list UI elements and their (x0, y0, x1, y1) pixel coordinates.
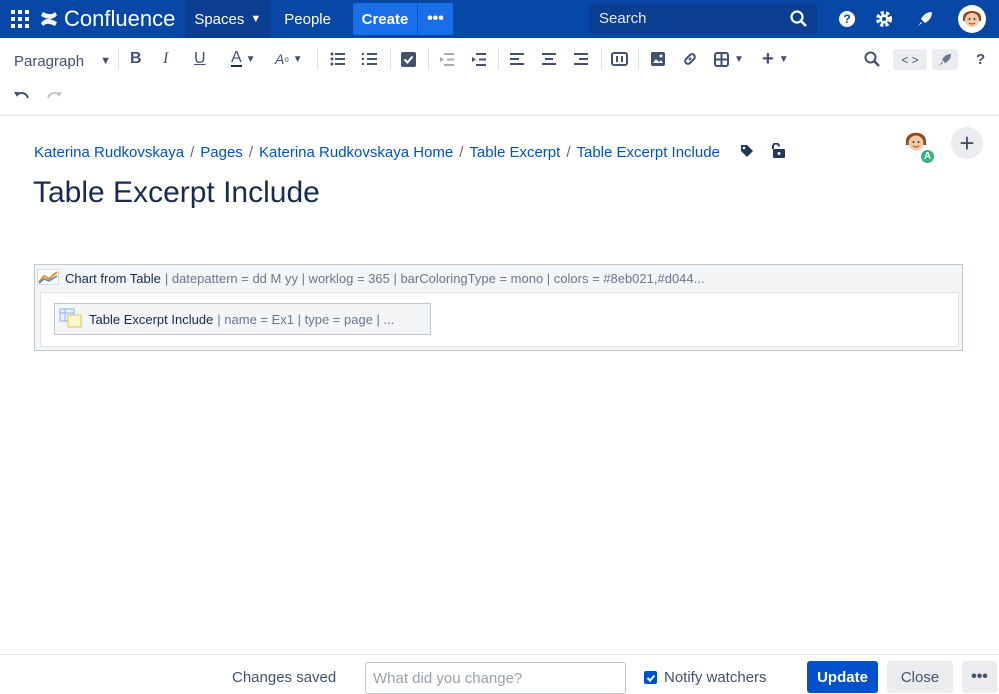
rocket-helper-icon[interactable] (932, 49, 958, 70)
italic-icon[interactable]: I (163, 48, 168, 70)
align-center-icon[interactable] (542, 48, 556, 70)
redo-icon[interactable] (46, 85, 62, 107)
logo-text: Confluence (64, 6, 176, 31)
chart-from-table-macro[interactable]: Chart from Table | datepattern = dd M yy… (34, 264, 963, 351)
help-icon[interactable]: ? (976, 48, 985, 70)
svg-text:?: ? (843, 12, 850, 26)
help-icon[interactable]: ? (836, 8, 858, 30)
save-status: Changes saved (232, 669, 337, 686)
table-icon[interactable]: ▼ (714, 48, 744, 70)
underline-icon[interactable]: U (194, 48, 206, 70)
paragraph-style-select[interactable]: Paragraph ▼ (14, 50, 111, 72)
breadcrumb-separator: / (248, 144, 253, 161)
gear-icon[interactable] (873, 8, 895, 30)
breadcrumb-link[interactable]: Pages (200, 144, 243, 161)
find-replace-icon[interactable] (864, 48, 880, 70)
macro-header: Chart from Table | datepattern = dd M yy… (36, 268, 705, 288)
label-tag-icon[interactable] (740, 144, 754, 162)
rocket-icon[interactable] (914, 8, 936, 30)
text-formatting-icon[interactable]: Ao ▼ (275, 48, 303, 70)
breadcrumb-link[interactable]: Katerina Rudkovskaya Home (259, 144, 453, 161)
toolbar-divider (498, 48, 499, 70)
breadcrumb-link[interactable]: Table Excerpt Include (576, 144, 719, 161)
align-right-icon[interactable] (574, 48, 588, 70)
link-icon[interactable] (682, 48, 698, 70)
table-excerpt-macro-icon (59, 308, 83, 331)
confluence-logo[interactable]: Confluence (40, 0, 185, 38)
chevron-down-icon: ▼ (250, 13, 262, 25)
create-more-button[interactable]: ••• (416, 3, 453, 35)
restrictions-unlock-icon[interactable] (771, 142, 786, 162)
more-actions-button[interactable]: ••• (962, 661, 997, 693)
breadcrumb-separator: / (459, 144, 464, 161)
align-left-icon[interactable] (510, 48, 524, 70)
create-button[interactable]: Create (352, 3, 417, 35)
confluence-logo-icon (41, 12, 57, 26)
insert-more-icon[interactable]: + ▼ (762, 48, 789, 70)
toolbar-divider (390, 48, 391, 70)
source-editor-icon[interactable]: < > (893, 49, 927, 70)
top-navigation: Confluence Spaces ▼ People Create ••• Se… (0, 0, 999, 38)
editor-toolbar: Paragraph ▼ B I U A ▼ Ao ▼ ▼ + ▼ < > ? (0, 38, 999, 116)
notify-watchers-checkbox[interactable]: Notify watchers (644, 669, 767, 686)
toolbar-divider (601, 48, 602, 70)
toolbar-divider (428, 48, 429, 70)
chevron-down-icon: ▼ (778, 53, 789, 65)
breadcrumb: Katerina Rudkovskaya / Pages / Katerina … (34, 142, 786, 162)
macro-body: Table Excerpt Include | name = Ex1 | typ… (40, 292, 959, 347)
search-icon (790, 10, 807, 31)
invite-to-edit-button[interactable]: + (951, 127, 983, 159)
search-input[interactable]: Search (589, 4, 817, 33)
nav-people[interactable]: People (270, 11, 345, 28)
undo-icon[interactable] (14, 85, 30, 107)
page-title[interactable]: Table Excerpt Include (33, 176, 320, 210)
paragraph-style-label: Paragraph (14, 52, 85, 70)
user-avatar[interactable] (958, 5, 986, 33)
checkbox-checked-icon (644, 671, 657, 684)
macro-name: Table Excerpt Include (89, 311, 214, 327)
text-color-icon[interactable]: A ▼ (231, 48, 256, 70)
table-excerpt-include-macro[interactable]: Table Excerpt Include | name = Ex1 | typ… (54, 303, 431, 335)
outdent-icon[interactable] (439, 48, 454, 70)
change-comment-input[interactable] (365, 662, 626, 694)
presence-badge: A (920, 149, 935, 164)
toolbar-divider (118, 48, 119, 70)
numbered-list-icon[interactable] (362, 48, 378, 70)
bullet-list-icon[interactable] (330, 48, 346, 70)
nav-spaces-label: Spaces (194, 10, 245, 28)
breadcrumb-link[interactable]: Table Excerpt (469, 144, 560, 161)
toolbar-divider (317, 48, 318, 70)
indent-icon[interactable] (471, 48, 486, 70)
page-layout-icon[interactable] (611, 48, 628, 70)
chart-macro-icon (36, 268, 60, 288)
app-switcher-icon[interactable] (0, 0, 40, 38)
task-list-icon[interactable] (401, 48, 416, 70)
chevron-down-icon: ▼ (734, 53, 744, 65)
notify-watchers-label: Notify watchers (664, 669, 767, 686)
toolbar-divider (638, 48, 639, 70)
macro-params: | datepattern = dd M yy | worklog = 365 … (164, 270, 705, 286)
chevron-down-icon: ▼ (100, 55, 111, 67)
breadcrumb-separator: / (190, 144, 195, 161)
search-placeholder: Search (599, 10, 647, 27)
close-button[interactable]: Close (887, 661, 953, 693)
editor-footer: Changes saved Notify watchers Update Clo… (0, 654, 999, 694)
macro-params: | name = Ex1 | type = page | ... (217, 311, 395, 327)
bold-icon[interactable]: B (130, 48, 142, 70)
update-button[interactable]: Update (807, 661, 878, 693)
image-icon[interactable] (651, 48, 665, 70)
macro-name: Chart from Table (65, 270, 161, 286)
nav-spaces[interactable]: Spaces ▼ (185, 0, 271, 38)
breadcrumb-link[interactable]: Katerina Rudkovskaya (34, 144, 184, 161)
breadcrumb-separator: / (566, 144, 571, 161)
